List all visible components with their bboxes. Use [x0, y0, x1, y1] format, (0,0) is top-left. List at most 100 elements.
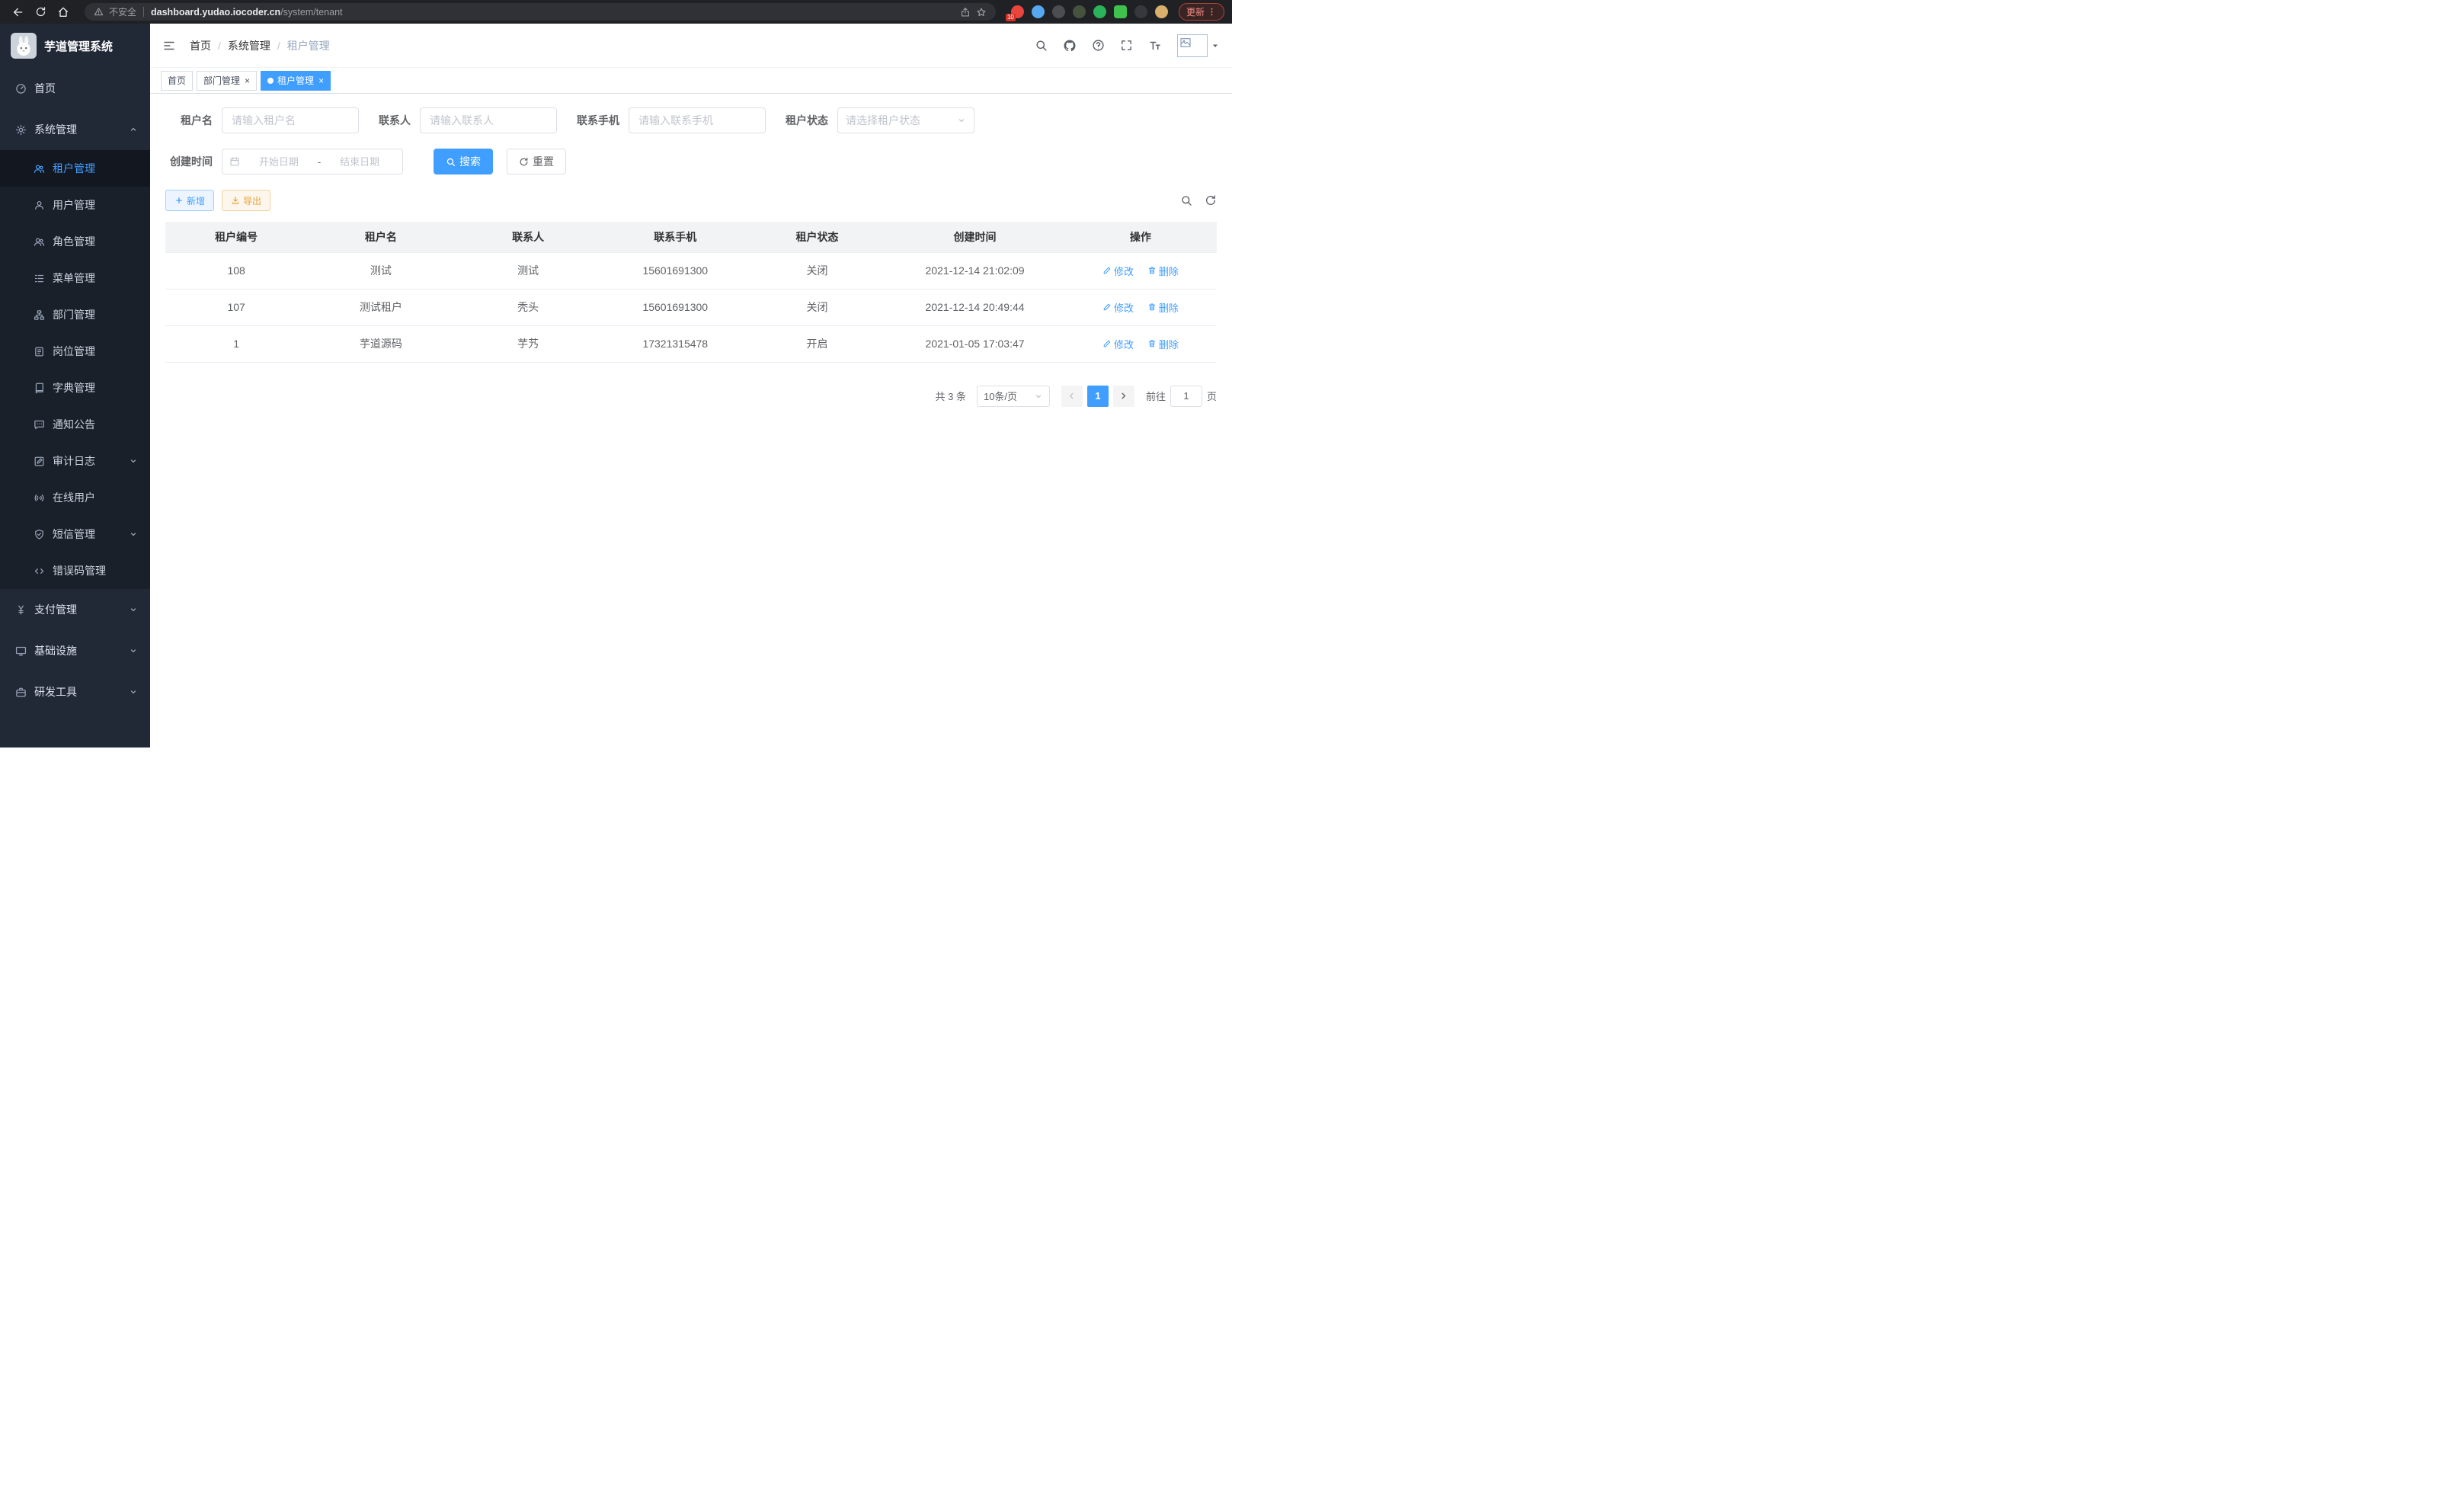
github-icon[interactable] — [1063, 39, 1077, 53]
extension-icon[interactable] — [1052, 5, 1065, 18]
edit-button[interactable]: 修改 — [1102, 337, 1134, 351]
export-button[interactable]: 导出 — [222, 190, 270, 211]
extensions-area: 10 — [1006, 5, 1173, 18]
page-size-select[interactable]: 10条/页 — [977, 386, 1050, 407]
next-page-button[interactable] — [1113, 386, 1134, 407]
cell-created: 2021-12-14 21:02:09 — [885, 252, 1064, 289]
browser-menu-dots-icon[interactable] — [1207, 7, 1217, 17]
toolbox-icon — [15, 687, 27, 698]
page-content: 租户名 联系人 联系手机 租户状态 请选择租户状态 — [150, 94, 1232, 748]
extension-icon[interactable] — [1155, 5, 1168, 18]
sidebar-item-user[interactable]: 用户管理 — [0, 187, 150, 223]
sidebar-item-error-code[interactable]: 错误码管理 — [0, 552, 150, 589]
yen-icon — [15, 604, 27, 616]
extension-icon[interactable]: 10 — [1011, 5, 1024, 18]
close-icon[interactable]: × — [318, 76, 324, 85]
date-start-input[interactable] — [243, 155, 315, 168]
delete-button[interactable]: 删除 — [1147, 337, 1179, 351]
help-icon[interactable] — [1092, 39, 1105, 52]
add-button[interactable]: 新增 — [165, 190, 214, 211]
cell-tenant-name: 测试租户 — [307, 289, 454, 325]
refresh-icon — [519, 157, 529, 167]
tenant-status-select[interactable]: 请选择租户状态 — [837, 107, 974, 133]
tab-home[interactable]: 首页 — [161, 71, 193, 91]
contact-input[interactable] — [420, 107, 557, 133]
filter-status: 租户状态 请选择租户状态 — [786, 107, 974, 133]
edit-button[interactable]: 修改 — [1102, 264, 1134, 278]
browser-nav — [8, 6, 74, 18]
sidebar-item-audit-log[interactable]: 审计日志 — [0, 443, 150, 479]
sidebar-item-system[interactable]: 系统管理 — [0, 109, 150, 150]
browser-home-icon[interactable] — [57, 6, 69, 18]
sidebar-item-home[interactable]: 首页 — [0, 68, 150, 109]
breadcrumb-home[interactable]: 首页 — [190, 38, 211, 53]
pagination-total: 共 3 条 — [936, 389, 966, 403]
goto-page-input[interactable] — [1170, 386, 1202, 407]
date-end-input[interactable] — [324, 155, 395, 168]
cell-contact: 秃头 — [454, 289, 601, 325]
reset-button[interactable]: 重置 — [507, 149, 566, 174]
active-tab-dot — [267, 78, 274, 84]
search-button[interactable]: 搜索 — [434, 149, 493, 174]
sidebar-item-role[interactable]: 角色管理 — [0, 223, 150, 260]
date-range-picker[interactable]: - — [222, 149, 403, 174]
sidebar-item-pay[interactable]: 支付管理 — [0, 589, 150, 630]
user-avatar[interactable] — [1177, 34, 1220, 57]
delete-button[interactable]: 删除 — [1147, 300, 1179, 315]
contact-label: 联系人 — [379, 113, 411, 128]
extension-icon[interactable] — [1093, 5, 1106, 18]
sidebar-item-sms[interactable]: 短信管理 — [0, 516, 150, 552]
fullscreen-icon[interactable] — [1120, 39, 1133, 52]
chevron-down-icon — [129, 605, 138, 614]
address-bar[interactable]: 不安全 dashboard.yudao.iocoder.cn/system/te… — [85, 3, 996, 21]
browser-chrome: 不安全 dashboard.yudao.iocoder.cn/system/te… — [0, 0, 1232, 24]
sidebar-item-dict[interactable]: 字典管理 — [0, 370, 150, 406]
delete-button[interactable]: 删除 — [1147, 264, 1179, 278]
app-logo-row[interactable]: 芋道管理系统 — [0, 24, 150, 68]
tags-view-bar: 首页 部门管理 × 租户管理 × — [150, 68, 1232, 94]
cell-tenant-id: 1 — [165, 325, 307, 362]
font-size-icon[interactable] — [1148, 39, 1162, 53]
users-icon — [34, 163, 45, 174]
phone-input[interactable] — [629, 107, 766, 133]
update-button[interactable]: 更新 — [1179, 3, 1224, 21]
chevron-down-icon — [1034, 392, 1043, 401]
extension-icon[interactable] — [1114, 5, 1127, 18]
browser-back-icon[interactable] — [12, 6, 24, 18]
search-icon[interactable] — [1035, 39, 1048, 52]
chevron-down-icon[interactable] — [1211, 41, 1220, 50]
tab-tenant[interactable]: 租户管理 × — [261, 71, 331, 91]
refresh-table-icon[interactable] — [1205, 194, 1217, 206]
sidebar-item-devtools[interactable]: 研发工具 — [0, 671, 150, 712]
chevron-down-icon — [129, 687, 138, 696]
breadcrumb-system[interactable]: 系统管理 — [228, 38, 270, 53]
edit-button[interactable]: 修改 — [1102, 300, 1134, 315]
sidebar-item-menu[interactable]: 菜单管理 — [0, 260, 150, 296]
calendar-icon — [229, 156, 240, 167]
sidebar-item-post[interactable]: 岗位管理 — [0, 333, 150, 370]
sidebar-item-infra[interactable]: 基础设施 — [0, 630, 150, 671]
toggle-search-icon[interactable] — [1180, 194, 1192, 206]
sidebar-item-notice[interactable]: 通知公告 — [0, 406, 150, 443]
page-number-button[interactable]: 1 — [1087, 386, 1109, 407]
close-icon[interactable]: × — [245, 76, 250, 85]
sidebar-collapse-icon[interactable] — [162, 39, 176, 53]
extension-icon[interactable] — [1134, 5, 1147, 18]
cell-phone: 15601691300 — [602, 252, 749, 289]
phone-label: 联系手机 — [577, 113, 619, 128]
sidebar-item-dept[interactable]: 部门管理 — [0, 296, 150, 333]
prev-page-button[interactable] — [1061, 386, 1083, 407]
chevron-down-icon — [129, 456, 138, 466]
tenant-name-input[interactable] — [222, 107, 359, 133]
extension-icon[interactable] — [1073, 5, 1086, 18]
extension-icon[interactable] — [1032, 5, 1045, 18]
bookmark-star-icon[interactable] — [976, 7, 987, 18]
tab-dept[interactable]: 部门管理 × — [197, 71, 257, 91]
cell-contact: 芋艿 — [454, 325, 601, 362]
sidebar-item-online-user[interactable]: 在线用户 — [0, 479, 150, 516]
share-icon[interactable] — [960, 7, 971, 18]
browser-refresh-icon[interactable] — [35, 6, 46, 18]
security-label[interactable]: 不安全 — [109, 5, 136, 18]
sidebar-item-tenant[interactable]: 租户管理 — [0, 150, 150, 187]
url-text[interactable]: dashboard.yudao.iocoder.cn/system/tenant — [151, 7, 342, 18]
